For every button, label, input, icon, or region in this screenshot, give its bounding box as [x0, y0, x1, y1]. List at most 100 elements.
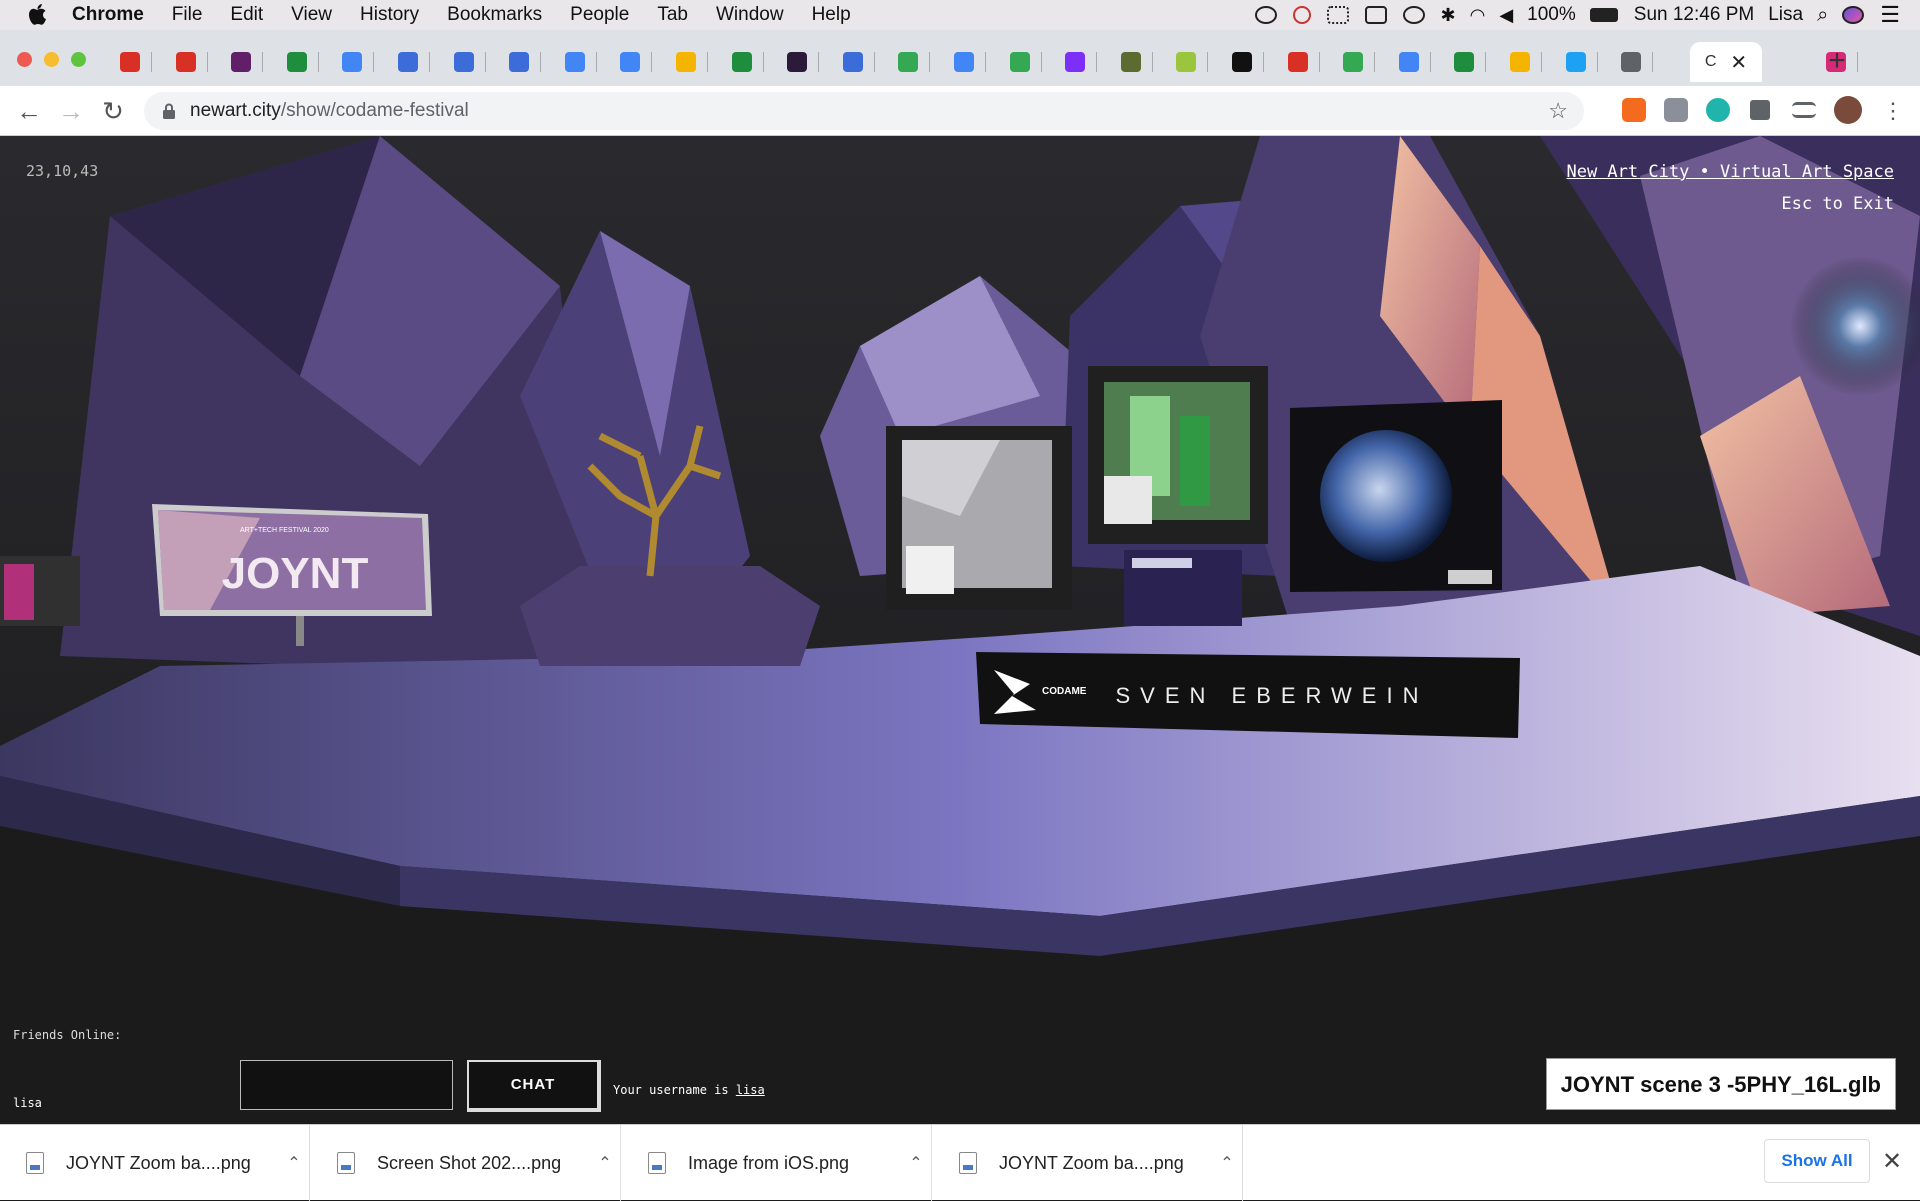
profile-avatar[interactable]: [1834, 96, 1862, 124]
browser-tab[interactable]: [1442, 42, 1487, 82]
code-extension-icon[interactable]: [1664, 98, 1688, 122]
browser-tab[interactable]: [942, 42, 986, 82]
dropbox-icon[interactable]: [1292, 6, 1311, 24]
battery-icon[interactable]: [1589, 8, 1618, 22]
new-tab-button[interactable]: +: [1820, 44, 1854, 78]
png-file-icon: [337, 1152, 355, 1174]
browser-tab[interactable]: [1498, 42, 1542, 82]
forward-arrow-icon[interactable]: →: [54, 94, 88, 128]
apple-icon[interactable]: [26, 2, 52, 28]
extensions-puzzle-icon[interactable]: [1750, 100, 1770, 120]
browser-tab[interactable]: [720, 42, 764, 82]
spotlight-search-icon[interactable]: ⌕: [1817, 4, 1828, 27]
browser-tab[interactable]: [831, 42, 875, 82]
browser-tab[interactable]: [1609, 42, 1654, 82]
browser-tab[interactable]: [275, 42, 319, 82]
browser-tab[interactable]: [553, 42, 597, 82]
browser-tab[interactable]: [664, 42, 708, 82]
browser-tab[interactable]: [219, 42, 264, 82]
m-extension-icon[interactable]: [1706, 98, 1730, 122]
tab-separator: [707, 52, 708, 72]
3d-scene[interactable]: JOYNT ART+TECH FESTIVAL 2020 CODAME SVEN…: [0, 136, 1920, 1124]
menu-bookmarks[interactable]: Bookmarks: [447, 4, 542, 26]
canva-icon: [509, 52, 530, 72]
notification-center-icon[interactable]: ☰: [1880, 2, 1900, 28]
tab-separator: [429, 52, 430, 72]
airplay-icon[interactable]: [1364, 6, 1387, 24]
tab-separator: [818, 52, 820, 72]
docs-icon: [1398, 52, 1419, 72]
new-art-city-link[interactable]: New Art City • Virtual Art Space: [1566, 162, 1894, 182]
mac-menu-bar: Chrome File Edit View History Bookmarks …: [0, 0, 1920, 30]
siri-icon[interactable]: [1842, 6, 1865, 24]
chevron-up-icon[interactable]: ⌃: [590, 1153, 620, 1173]
browser-tab[interactable]: [1387, 42, 1431, 82]
browser-tab[interactable]: [1164, 42, 1209, 82]
address-bar[interactable]: newart.city/show/codame-festival ☆: [144, 92, 1584, 130]
browser-tab[interactable]: [775, 42, 820, 82]
browser-tab[interactable]: [1109, 42, 1153, 82]
tab-separator: [484, 52, 486, 72]
browser-tab[interactable]: [1554, 42, 1598, 82]
volume-icon[interactable]: ◀: [1499, 5, 1513, 26]
browser-tab[interactable]: [1220, 42, 1264, 82]
media-control-icon[interactable]: [1792, 102, 1816, 118]
close-shelf-icon[interactable]: ✕: [1882, 1147, 1902, 1176]
menu-history[interactable]: History: [360, 4, 419, 26]
browser-tab[interactable]: [1276, 42, 1320, 82]
browser-tab[interactable]: [330, 42, 375, 82]
download-item[interactable]: JOYNT Zoom ba....png ⌃: [0, 1125, 310, 1201]
user-name[interactable]: Lisa: [1768, 4, 1803, 26]
browser-tab[interactable]: [1331, 42, 1376, 82]
tab-close-icon[interactable]: ✕: [1730, 50, 1747, 75]
browser-tab[interactable]: [1053, 42, 1098, 82]
menu-people[interactable]: People: [570, 4, 629, 26]
menu-edit[interactable]: Edit: [230, 4, 263, 26]
clock[interactable]: Sun 12:46 PM: [1634, 4, 1754, 26]
download-item[interactable]: JOYNT Zoom ba....png ⌃: [933, 1125, 1243, 1201]
show-all-button[interactable]: Show All: [1764, 1139, 1870, 1183]
browser-tab[interactable]: [608, 42, 653, 82]
zoom-window-button[interactable]: [71, 52, 86, 67]
download-item[interactable]: Image from iOS.png ⌃: [622, 1125, 932, 1201]
friend-online-name[interactable]: lisa: [13, 1096, 42, 1110]
grid-icon[interactable]: [1326, 6, 1349, 24]
active-tab[interactable]: C ✕: [1690, 42, 1762, 82]
minimize-window-button[interactable]: [44, 52, 59, 67]
menu-file[interactable]: File: [172, 4, 203, 26]
close-window-button[interactable]: [17, 52, 32, 67]
chevron-up-icon[interactable]: ⌃: [279, 1153, 309, 1173]
bookmark-star-icon[interactable]: ☆: [1548, 98, 1568, 124]
time-machine-icon[interactable]: [1402, 6, 1425, 24]
creative-cloud-icon[interactable]: [1254, 6, 1277, 24]
chevron-up-icon[interactable]: ⌃: [1212, 1153, 1242, 1173]
username-link[interactable]: lisa: [736, 1083, 765, 1097]
browser-tab[interactable]: [886, 42, 931, 82]
browser-tab[interactable]: [164, 42, 208, 82]
tab-separator: [985, 52, 986, 72]
artist-name: SVEN EBERWEIN: [1116, 683, 1429, 708]
bluetooth-icon[interactable]: ✱: [1441, 5, 1456, 26]
download-item[interactable]: Screen Shot 202....png ⌃: [311, 1125, 621, 1201]
browser-tab[interactable]: [386, 42, 430, 82]
tab-separator: [206, 52, 208, 72]
analytics-extension-icon[interactable]: [1622, 98, 1646, 122]
browser-tab[interactable]: [442, 42, 486, 82]
3d-viewport[interactable]: JOYNT ART+TECH FESTIVAL 2020 CODAME SVEN…: [0, 136, 1920, 1124]
chevron-up-icon[interactable]: ⌃: [901, 1153, 931, 1173]
wifi-icon[interactable]: ◠: [1470, 5, 1486, 26]
menu-app-name[interactable]: Chrome: [72, 4, 144, 26]
menu-window[interactable]: Window: [716, 4, 784, 26]
menu-help[interactable]: Help: [812, 4, 851, 26]
menu-view[interactable]: View: [291, 4, 332, 26]
back-arrow-icon[interactable]: ←: [12, 94, 46, 128]
browser-tab[interactable]: [998, 42, 1042, 82]
reload-icon[interactable]: ↻: [96, 94, 130, 128]
browser-tab[interactable]: [497, 42, 542, 82]
chat-button[interactable]: CHAT: [467, 1060, 601, 1112]
chat-input[interactable]: [240, 1060, 453, 1110]
menu-tab[interactable]: Tab: [657, 4, 688, 26]
browser-tab[interactable]: [108, 42, 152, 82]
joynt-sign-subtitle: ART+TECH FESTIVAL 2020: [240, 527, 329, 534]
chrome-menu-icon[interactable]: ⋮: [1876, 94, 1910, 128]
